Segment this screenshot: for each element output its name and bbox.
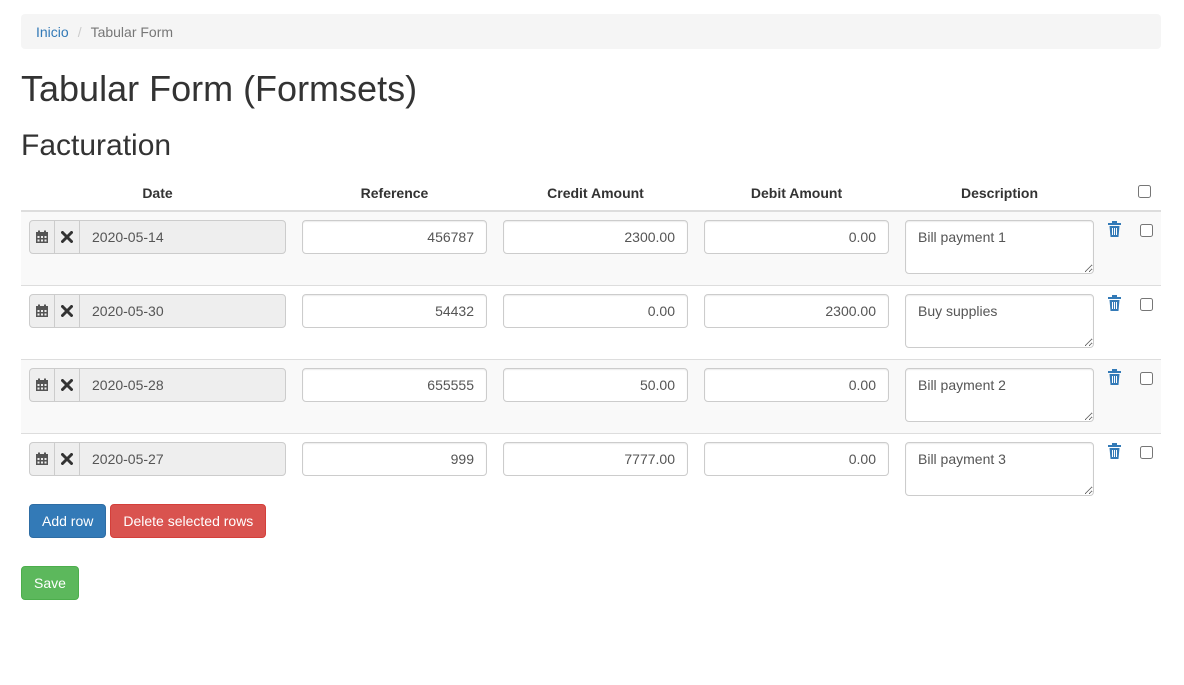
clear-icon[interactable]: [54, 220, 80, 254]
row-select-checkbox[interactable]: [1140, 372, 1153, 385]
reference-cell: [294, 285, 495, 360]
header-description: Description: [897, 176, 1102, 212]
calendar-icon[interactable]: [29, 220, 55, 254]
trash-icon[interactable]: [1108, 443, 1130, 462]
credit-amount-input[interactable]: [503, 220, 688, 254]
description-textarea[interactable]: Bill payment 2: [905, 368, 1094, 422]
reference-input[interactable]: [302, 220, 487, 254]
description-cell: Buy supplies: [897, 285, 1102, 360]
date-picker: [29, 220, 286, 254]
row-select-checkbox[interactable]: [1140, 298, 1153, 311]
section-title: Facturation: [21, 129, 172, 162]
date-cell: [21, 433, 294, 507]
row-select-checkbox[interactable]: [1140, 446, 1153, 459]
save-button[interactable]: Save: [21, 566, 79, 600]
delete-cell: [1102, 359, 1134, 434]
row-actions: Add row Delete selected rows: [29, 504, 267, 538]
debit-cell: [696, 211, 897, 286]
debit-amount-input[interactable]: [704, 368, 889, 402]
header-date: Date: [21, 176, 294, 212]
breadcrumb-separator: /: [77, 23, 82, 40]
delete-cell: [1102, 211, 1134, 286]
date-input[interactable]: [79, 294, 286, 328]
select-cell: [1134, 211, 1161, 286]
trash-icon[interactable]: [1108, 369, 1130, 388]
reference-cell: [294, 359, 495, 434]
clear-icon[interactable]: [54, 294, 80, 328]
calendar-icon[interactable]: [29, 294, 55, 328]
reference-input[interactable]: [302, 294, 487, 328]
date-input[interactable]: [79, 220, 286, 254]
formset-table: Date Reference Credit Amount Debit Amoun…: [21, 176, 1161, 507]
page-title: Tabular Form (Formsets): [21, 68, 418, 109]
select-cell: [1134, 359, 1161, 434]
date-cell: [21, 285, 294, 360]
page-container: Inicio / Tabular Form Tabular Form (Form…: [21, 14, 1161, 600]
breadcrumb: Inicio / Tabular Form: [21, 14, 1161, 49]
description-cell: Bill payment 1: [897, 211, 1102, 286]
description-cell: Bill payment 2: [897, 359, 1102, 434]
select-cell: [1134, 285, 1161, 360]
date-picker: [29, 442, 286, 476]
credit-cell: [495, 359, 696, 434]
date-cell: [21, 359, 294, 434]
date-input[interactable]: [79, 368, 286, 402]
date-picker: [29, 294, 286, 328]
description-textarea[interactable]: Bill payment 1: [905, 220, 1094, 274]
reference-cell: [294, 211, 495, 286]
reference-input[interactable]: [302, 368, 487, 402]
header-debit: Debit Amount: [696, 176, 897, 212]
credit-amount-input[interactable]: [503, 368, 688, 402]
credit-cell: [495, 285, 696, 360]
debit-amount-input[interactable]: [704, 442, 889, 476]
trash-icon[interactable]: [1108, 295, 1130, 314]
debit-amount-input[interactable]: [704, 220, 889, 254]
description-textarea[interactable]: Bill payment 3: [905, 442, 1094, 496]
trash-icon[interactable]: [1108, 221, 1130, 240]
header-credit: Credit Amount: [495, 176, 696, 212]
table-row: Bill payment 2: [21, 359, 1161, 434]
save-wrap: Save: [21, 566, 79, 600]
credit-cell: [495, 433, 696, 507]
description-cell: Bill payment 3: [897, 433, 1102, 507]
table-body: Bill payment 1 Buy supplies Bill payment 2…: [21, 211, 1161, 507]
row-select-checkbox[interactable]: [1140, 224, 1153, 237]
table-header-row: Date Reference Credit Amount Debit Amoun…: [21, 176, 1161, 212]
clear-icon[interactable]: [54, 368, 80, 402]
breadcrumb-current: Tabular Form: [90, 23, 174, 40]
delete-cell: [1102, 433, 1134, 507]
credit-amount-input[interactable]: [503, 294, 688, 328]
credit-amount-input[interactable]: [503, 442, 688, 476]
header-spacer: [1102, 176, 1134, 212]
header-select-all: [1134, 176, 1161, 212]
date-input[interactable]: [79, 442, 286, 476]
calendar-icon[interactable]: [29, 442, 55, 476]
table-row: Bill payment 1: [21, 211, 1161, 286]
credit-cell: [495, 211, 696, 286]
header-reference: Reference: [294, 176, 495, 212]
clear-icon[interactable]: [54, 442, 80, 476]
reference-cell: [294, 433, 495, 507]
description-textarea[interactable]: Buy supplies: [905, 294, 1094, 348]
delete-cell: [1102, 285, 1134, 360]
calendar-icon[interactable]: [29, 368, 55, 402]
table-row: Bill payment 3: [21, 433, 1161, 507]
breadcrumb-home-link[interactable]: Inicio: [36, 24, 69, 40]
debit-cell: [696, 359, 897, 434]
date-cell: [21, 211, 294, 286]
date-picker: [29, 368, 286, 402]
delete-selected-rows-button[interactable]: Delete selected rows: [110, 504, 267, 538]
debit-cell: [696, 285, 897, 360]
select-all-checkbox[interactable]: [1138, 185, 1151, 198]
debit-cell: [696, 433, 897, 507]
add-row-button[interactable]: Add row: [29, 504, 107, 538]
table-row: Buy supplies: [21, 285, 1161, 360]
debit-amount-input[interactable]: [704, 294, 889, 328]
select-cell: [1134, 433, 1161, 507]
reference-input[interactable]: [302, 442, 487, 476]
